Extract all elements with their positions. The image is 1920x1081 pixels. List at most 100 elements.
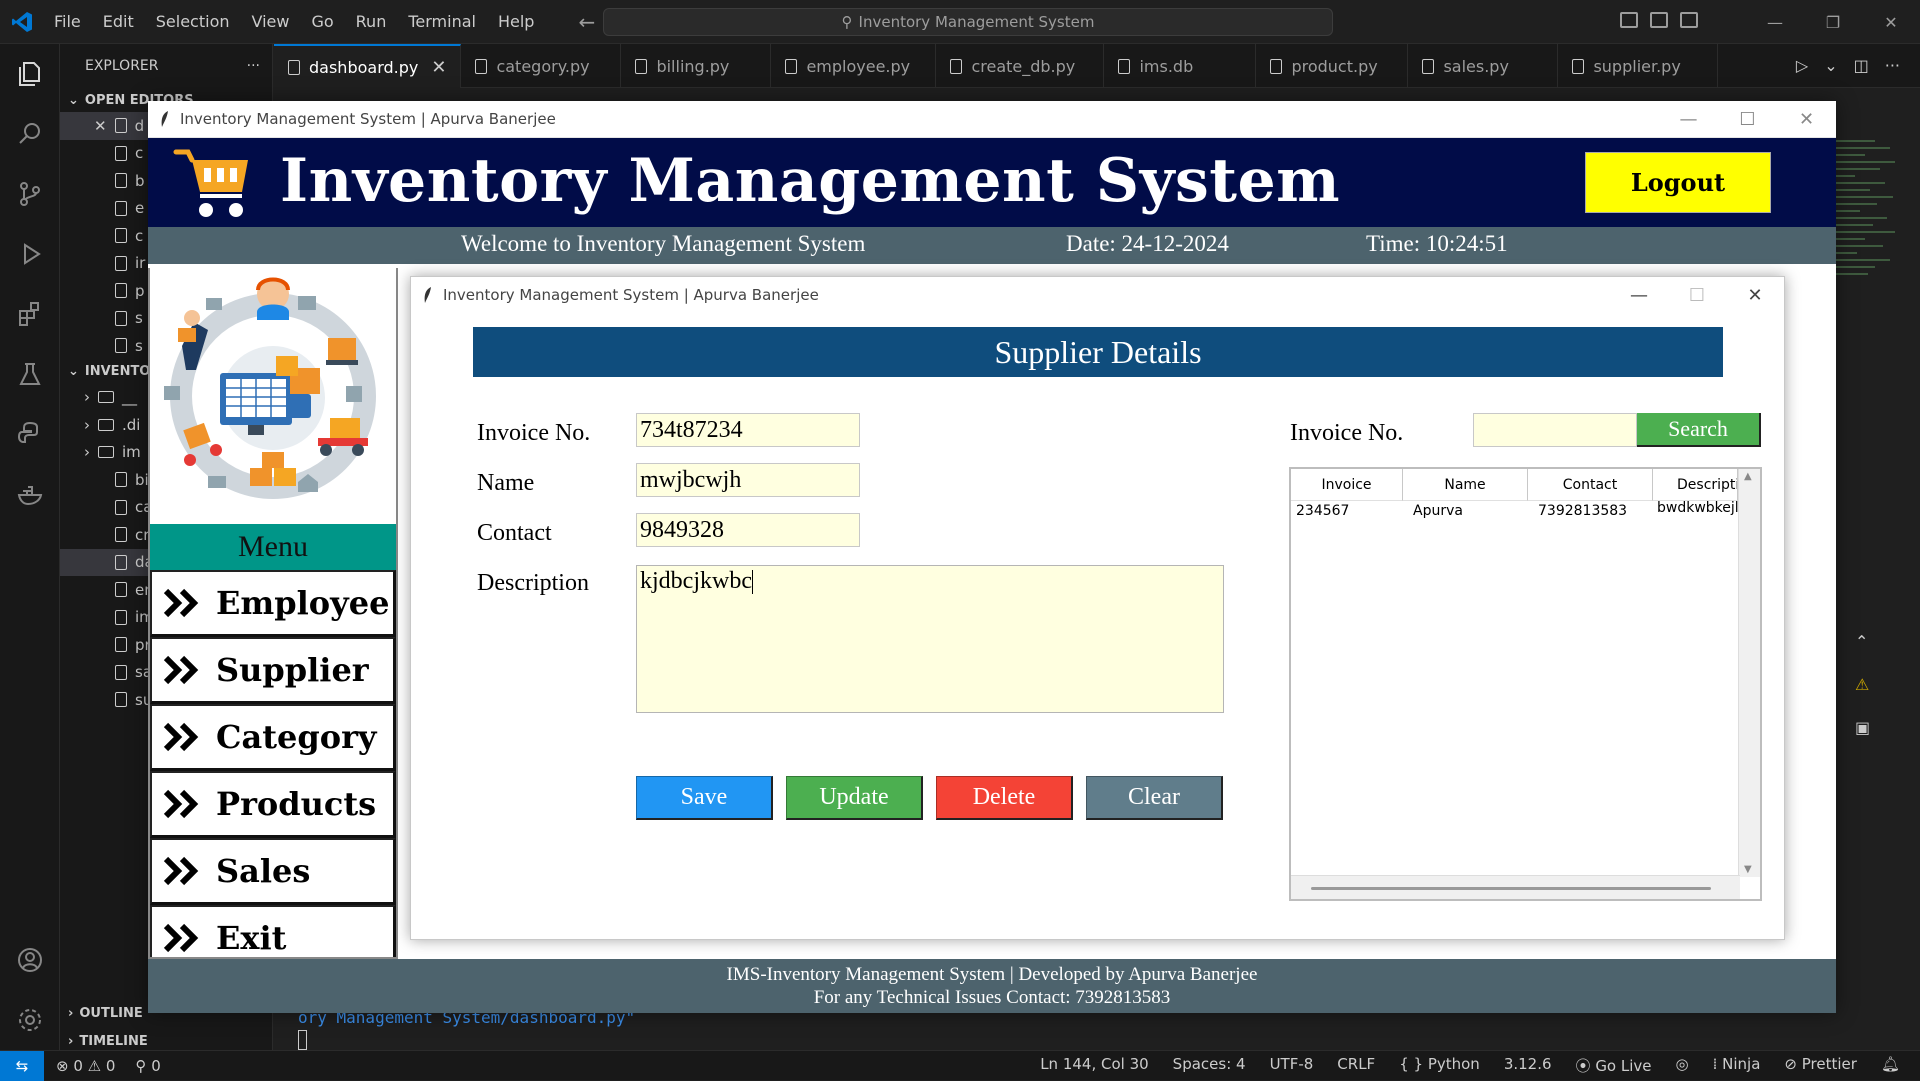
minimize-icon[interactable]: — xyxy=(1659,101,1718,138)
menu-run[interactable]: Run xyxy=(356,12,387,31)
ports-status[interactable]: ⚲ 0 xyxy=(135,1057,160,1075)
source-control-icon[interactable] xyxy=(0,164,60,224)
save-button[interactable]: Save xyxy=(636,776,773,820)
table-header: Invoice Name Contact Descripti xyxy=(1291,469,1738,501)
clear-button[interactable]: Clear xyxy=(1086,776,1223,820)
logout-button[interactable]: Logout xyxy=(1585,152,1771,213)
tab-employee[interactable]: employee.py xyxy=(771,44,937,88)
toggle-secondary-sidebar-icon[interactable] xyxy=(1680,12,1698,28)
column-invoice[interactable]: Invoice xyxy=(1291,469,1403,501)
menu-go[interactable]: Go xyxy=(311,12,333,31)
search-invoice-input[interactable] xyxy=(1473,413,1637,447)
minimize-icon[interactable]: — xyxy=(1746,13,1804,32)
docker-icon[interactable] xyxy=(0,464,60,524)
close-icon[interactable]: ✕ xyxy=(1862,13,1920,32)
bell-icon[interactable]: 🔔︎ xyxy=(1881,1055,1900,1076)
remote-indicator-icon[interactable]: ⇆ xyxy=(0,1050,44,1081)
explorer-icon[interactable] xyxy=(0,44,60,104)
warning-icon[interactable]: ⚠ xyxy=(1855,675,1870,694)
indentation[interactable]: Spaces: 4 xyxy=(1173,1055,1246,1076)
update-button[interactable]: Update xyxy=(786,776,923,820)
go-live[interactable]: ⦿ Go Live xyxy=(1576,1055,1652,1076)
back-arrow-icon[interactable]: ← xyxy=(578,10,595,34)
account-icon[interactable] xyxy=(0,930,60,990)
prettier[interactable]: ⊘ Prettier xyxy=(1784,1055,1857,1076)
ninja[interactable]: ⁞ Ninja xyxy=(1713,1055,1761,1076)
close-icon[interactable]: ✕ xyxy=(94,117,107,135)
toggle-panel-icon[interactable] xyxy=(1650,12,1668,28)
extensions-icon[interactable] xyxy=(0,284,60,344)
horizontal-scrollbar[interactable] xyxy=(1291,875,1740,899)
language-mode[interactable]: { } Python xyxy=(1399,1055,1480,1076)
menu-terminal[interactable]: Terminal xyxy=(408,12,476,31)
encoding[interactable]: UTF-8 xyxy=(1270,1055,1314,1076)
maximize-icon[interactable]: ☐ xyxy=(1718,101,1777,138)
run-debug-icon[interactable] xyxy=(0,224,60,284)
more-actions-icon[interactable]: ··· xyxy=(247,58,260,74)
file-icon xyxy=(475,58,488,74)
chevron-up-icon[interactable]: ⌃ xyxy=(1855,632,1870,651)
maximize-icon[interactable]: ☐ xyxy=(1668,277,1726,313)
tab-category[interactable]: category.py xyxy=(461,44,622,88)
close-icon[interactable]: ✕ xyxy=(1726,277,1784,313)
invoice-input[interactable]: 734t87234 xyxy=(636,413,860,447)
column-name[interactable]: Name xyxy=(1403,469,1528,501)
tab-sales[interactable]: sales.py xyxy=(1408,44,1559,88)
menu-category-button[interactable]: Category xyxy=(150,704,396,771)
dashboard-window-title: Inventory Management System | Apurva Ban… xyxy=(180,110,556,128)
close-icon[interactable]: ✕ xyxy=(431,57,446,78)
tab-product[interactable]: product.py xyxy=(1256,44,1409,88)
menu-edit[interactable]: Edit xyxy=(103,12,134,31)
split-editor-icon[interactable]: ◫ xyxy=(1854,56,1869,75)
search-icon[interactable] xyxy=(0,104,60,164)
python-icon[interactable] xyxy=(0,404,60,464)
scroll-thumb[interactable] xyxy=(1311,887,1711,890)
tab-supplier[interactable]: supplier.py xyxy=(1558,44,1719,88)
scroll-down-icon[interactable]: ▼ xyxy=(1744,864,1752,875)
description-textarea[interactable]: kjdbcjkwbc xyxy=(636,565,1224,713)
table-row[interactable]: 234567 Apurva 7392813583 bwdkwbkejl xyxy=(1291,500,1738,525)
gear-icon[interactable] xyxy=(0,990,60,1050)
run-icon[interactable]: ▷ xyxy=(1796,56,1808,75)
menu-file[interactable]: File xyxy=(54,12,81,31)
toggle-primary-sidebar-icon[interactable] xyxy=(1620,12,1638,28)
column-description[interactable]: Descripti xyxy=(1653,469,1738,501)
name-input[interactable]: mwjbcwjh xyxy=(636,463,860,497)
minimize-icon[interactable]: — xyxy=(1610,277,1668,313)
testing-flask-icon[interactable] xyxy=(0,344,60,404)
command-center[interactable]: ⚲ Inventory Management System xyxy=(603,8,1333,36)
tab-ims-db[interactable]: ims.db xyxy=(1104,44,1257,88)
contact-input[interactable]: 9849328 xyxy=(636,513,860,547)
delete-button[interactable]: Delete xyxy=(936,776,1073,820)
close-icon[interactable]: ✕ xyxy=(1777,101,1836,138)
menu-help[interactable]: Help xyxy=(498,12,534,31)
copilot-icon[interactable]: ◎ xyxy=(1676,1055,1689,1076)
menu-view[interactable]: View xyxy=(252,12,290,31)
menu-sales-button[interactable]: Sales xyxy=(150,838,396,905)
explorer-title: EXPLORER xyxy=(85,58,159,74)
tab-dashboard[interactable]: dashboard.py ✕ xyxy=(274,44,462,88)
menu-selection[interactable]: Selection xyxy=(156,12,230,31)
scroll-up-icon[interactable]: ▲ xyxy=(1744,471,1752,482)
column-contact[interactable]: Contact xyxy=(1528,469,1653,501)
menu-employee-button[interactable]: Employee xyxy=(150,570,396,637)
file-icon xyxy=(635,58,648,74)
tab-create-db[interactable]: create_db.py xyxy=(936,44,1105,88)
cursor-position[interactable]: Ln 144, Col 30 xyxy=(1040,1055,1148,1076)
terminal-icon[interactable]: ▣ xyxy=(1855,718,1870,737)
minimap[interactable] xyxy=(1835,140,1905,560)
search-button[interactable]: Search xyxy=(1637,413,1761,447)
vertical-scrollbar[interactable]: ▲ ▼ xyxy=(1738,469,1760,877)
python-version[interactable]: 3.12.6 xyxy=(1504,1055,1552,1076)
timeline-label: TIMELINE xyxy=(79,1033,148,1049)
more-actions-icon[interactable]: ··· xyxy=(1885,56,1900,75)
tab-billing[interactable]: billing.py xyxy=(621,44,772,88)
menu-products-button[interactable]: Products xyxy=(150,771,396,838)
menu-exit-button[interactable]: Exit xyxy=(150,905,396,957)
maximize-icon[interactable]: ❐ xyxy=(1804,13,1862,32)
file-icon xyxy=(1572,58,1585,74)
problems-status[interactable]: ⊗ 0 ⚠ 0 xyxy=(56,1057,115,1075)
chevron-down-icon[interactable]: ⌄ xyxy=(1824,56,1837,75)
menu-supplier-button[interactable]: Supplier xyxy=(150,637,396,704)
line-endings[interactable]: CRLF xyxy=(1337,1055,1375,1076)
